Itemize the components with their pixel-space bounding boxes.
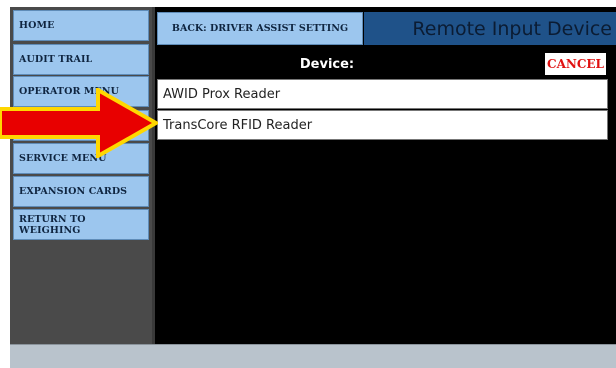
list-item-transcore-rfid-reader[interactable]: TransCore RFID Reader [157, 110, 608, 140]
sidebar-item-label: HOME [19, 20, 55, 31]
back-button[interactable]: BACK: DRIVER ASSIST SETTING [157, 12, 363, 45]
sidebar-item-label: RETURN TO WEIGHING [19, 213, 86, 236]
sidebar-item-label: AUDIT TRAIL [19, 54, 93, 65]
red-arrow-icon [0, 88, 158, 158]
cancel-button[interactable]: CANCEL [545, 53, 606, 75]
sidebar-item-audit-trail[interactable]: AUDIT TRAIL [13, 44, 149, 75]
device-label: Device: [299, 56, 355, 72]
list-item-awid-prox-reader[interactable]: AWID Prox Reader [157, 79, 608, 109]
sidebar: HOME AUDIT TRAIL OPERATOR MENU SERVICE M… [10, 7, 152, 344]
status-bar [10, 344, 616, 368]
sidebar-item-home[interactable]: HOME [13, 10, 149, 41]
sidebar-item-expansion-cards[interactable]: EXPANSION CARDS [13, 176, 149, 207]
sidebar-item-return-to-weighing[interactable]: RETURN TO WEIGHING [13, 209, 149, 240]
list-item-label: AWID Prox Reader [163, 86, 281, 102]
sidebar-item-label: EXPANSION CARDS [19, 186, 128, 197]
list-item-label: TransCore RFID Reader [163, 117, 313, 133]
page-title: Remote Input Device [364, 12, 616, 45]
